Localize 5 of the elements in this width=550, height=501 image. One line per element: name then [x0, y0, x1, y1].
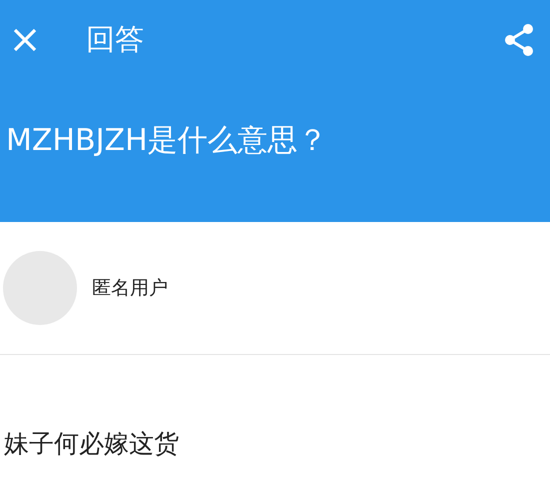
author-name: 匿名用户: [92, 276, 168, 301]
share-icon[interactable]: [502, 23, 536, 57]
answer-text: 妹子何必嫁这货: [4, 429, 179, 458]
question-title: MZHBJZH是什么意思？: [6, 123, 328, 158]
page-title: 回答: [86, 21, 144, 58]
